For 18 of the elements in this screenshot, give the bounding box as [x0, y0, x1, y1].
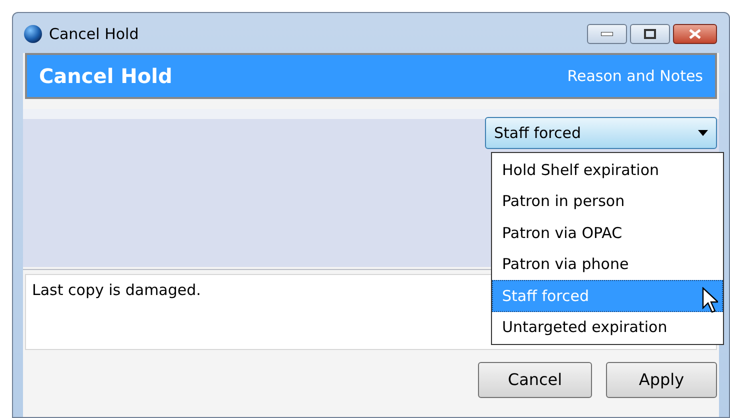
globe-icon — [23, 24, 43, 44]
header-subtitle: Reason and Notes — [567, 66, 703, 87]
reason-dropdown[interactable]: Staff forced — [485, 117, 717, 149]
minimize-icon — [601, 32, 613, 36]
reason-option[interactable]: Patron via OPAC — [492, 217, 723, 248]
reason-option[interactable]: Patron in person — [492, 186, 723, 217]
apply-button[interactable]: Apply — [606, 362, 717, 398]
maximize-icon — [644, 29, 656, 39]
close-button[interactable] — [673, 24, 717, 44]
window-title: Cancel Hold — [49, 24, 139, 45]
header-title: Cancel Hold — [39, 63, 172, 90]
maximize-button[interactable] — [630, 24, 670, 44]
cancel-button[interactable]: Cancel — [478, 362, 592, 398]
reason-option[interactable]: Hold Shelf expiration — [492, 154, 723, 186]
close-icon — [689, 29, 701, 39]
mouse-cursor-icon — [702, 287, 718, 313]
minimize-button[interactable] — [587, 24, 627, 44]
dropdown-arrow-icon — [698, 130, 708, 136]
